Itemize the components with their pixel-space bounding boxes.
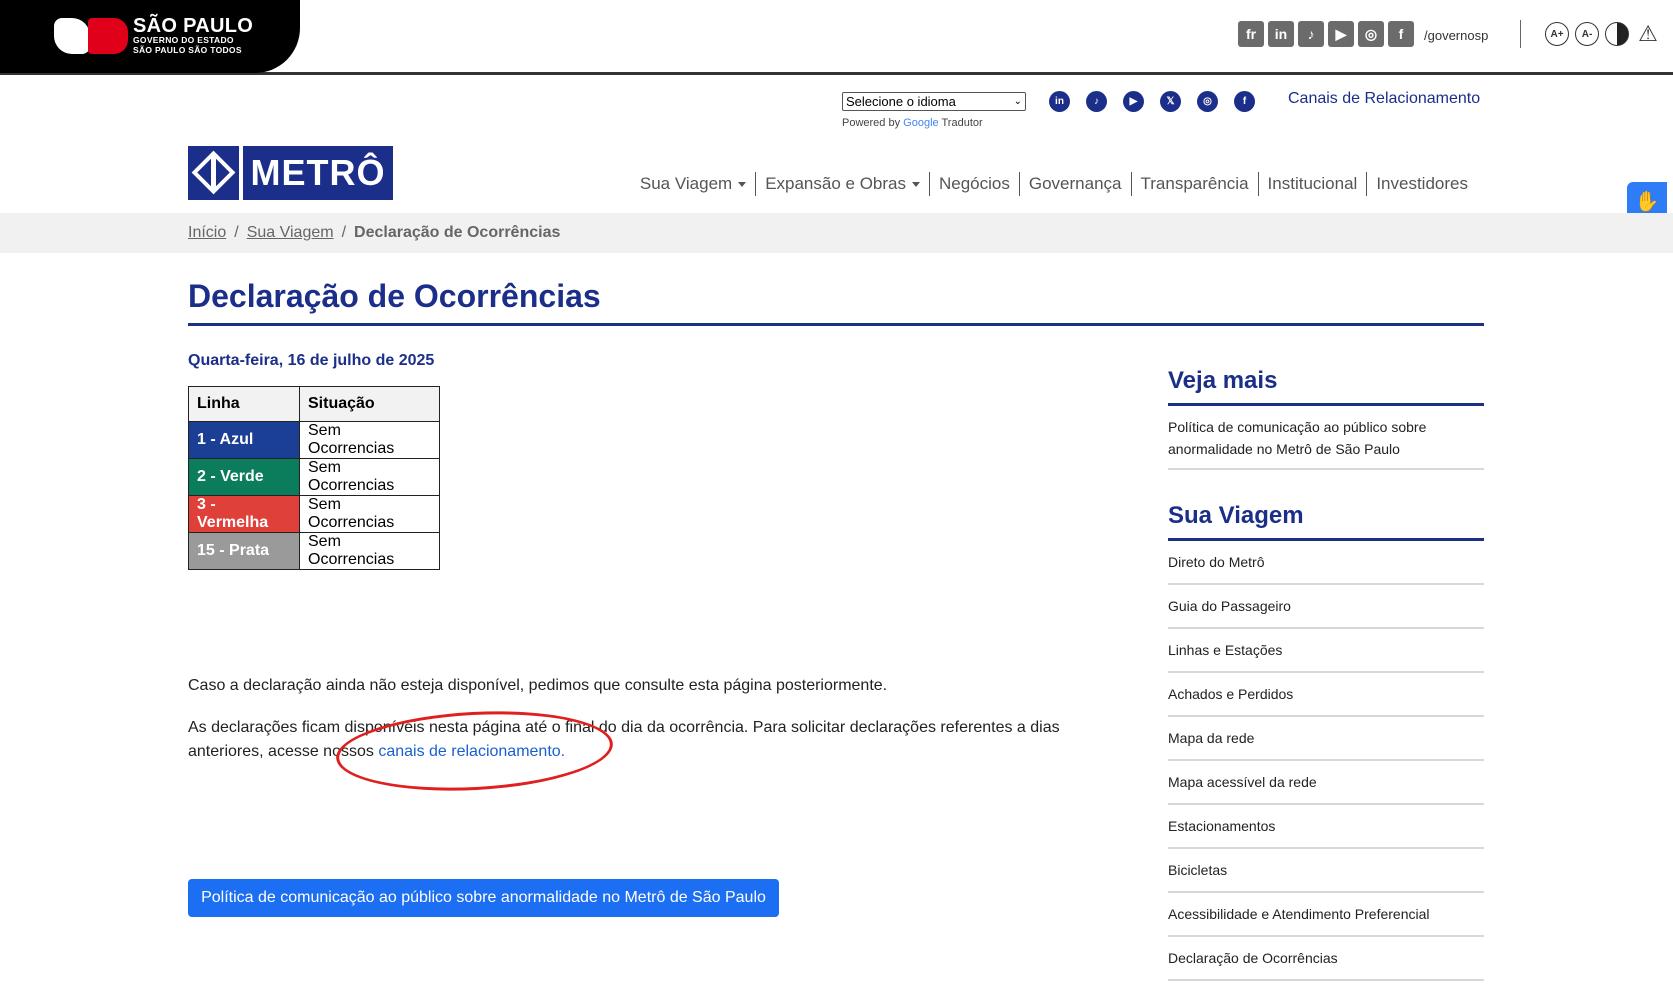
tiktok-icon[interactable]: ♪ <box>1298 21 1324 47</box>
sp-logo-mark-red <box>88 18 128 54</box>
instagram-icon[interactable]: ◎ <box>1197 91 1218 112</box>
linkedin-icon[interactable]: in <box>1268 21 1294 47</box>
nav-item-negocios[interactable]: Negócios <box>929 172 1019 196</box>
accessibility-tools: A+ A- ⚠ <box>1545 21 1661 46</box>
powered-prefix: Powered by <box>842 117 901 129</box>
nav-item-transparencia[interactable]: Transparência <box>1130 172 1258 196</box>
title-underline <box>188 323 1484 326</box>
status-cell: Sem Ocorrencias <box>299 495 440 533</box>
nav-item-sua-viagem[interactable]: Sua Viagem <box>631 172 755 196</box>
gov-logo-subtitle: GOVERNO DO ESTADO <box>133 35 234 45</box>
warning-icon[interactable]: ⚠ <box>1635 21 1661 46</box>
line-cell: 3 - Vermelha <box>188 495 300 533</box>
line-cell: 1 - Azul <box>188 421 300 459</box>
page-title: Declaração de Ocorrências <box>188 278 601 314</box>
breadcrumb-sua-viagem[interactable]: Sua Viagem <box>247 224 334 242</box>
gov-sp-logo[interactable]: SÃO PAULO GOVERNO DO ESTADO SÃO PAULO SÃ… <box>0 0 300 73</box>
linkedin-icon[interactable]: in <box>1049 91 1070 112</box>
x-icon[interactable]: 𝕏 <box>1160 91 1181 112</box>
nav-label: Sua Viagem <box>639 174 733 193</box>
breadcrumb-separator: / <box>341 224 347 241</box>
caret-down-icon <box>738 181 747 187</box>
facebook-icon[interactable]: f <box>1388 21 1414 47</box>
gov-social-links: fr in ♪ ▶ ◎ f <box>1238 21 1414 47</box>
policy-button[interactable]: Política de comunicação ao público sobre… <box>188 879 779 917</box>
line-status-table: Linha Situação 1 - Azul Sem Ocorrencias … <box>188 386 440 570</box>
canais-relacionamento-link[interactable]: Canais de Relacionamento <box>1288 90 1480 108</box>
sidebar-item-acessibilidade[interactable]: Acessibilidade e Atendimento Preferencia… <box>1168 893 1484 937</box>
breadcrumb-current: Declaração de Ocorrências <box>354 224 561 241</box>
sidebar-heading: Veja mais <box>1168 367 1484 406</box>
retention-note: As declarações ficam disponíveis nesta p… <box>188 716 1078 764</box>
google-translate-credit: Powered by Google Tradutor <box>842 117 983 129</box>
sidebar-heading: Sua Viagem <box>1168 502 1484 541</box>
metro-logo-text: METRÔ <box>243 146 393 200</box>
youtube-icon[interactable]: ▶ <box>1123 91 1144 112</box>
breadcrumb-separator: / <box>234 224 239 241</box>
main-nav: Sua Viagem Expansão e Obras Negócios Gov… <box>631 172 1477 196</box>
sidebar-link-politica[interactable]: Política de comunicação ao público sobre… <box>1168 406 1484 470</box>
font-decrease-icon[interactable]: A- <box>1575 22 1599 46</box>
flickr-icon[interactable]: fr <box>1238 21 1264 47</box>
nav-item-expansao-obras[interactable]: Expansão e Obras <box>755 172 929 196</box>
metro-logo-bar <box>211 154 216 192</box>
google-brand: Google <box>903 117 939 129</box>
nav-item-governanca[interactable]: Governança <box>1018 172 1131 196</box>
header-situacao: Situação <box>299 386 440 422</box>
breadcrumb: Início / Sua Viagem / Declaração de Ocor… <box>188 224 560 242</box>
breadcrumb-home[interactable]: Início <box>188 224 226 242</box>
sidebar-item-mapa-acessivel[interactable]: Mapa acessível da rede <box>1168 761 1484 805</box>
table-row: 15 - Prata Sem Ocorrencias <box>188 532 440 570</box>
report-date: Quarta-feira, 16 de julho de 2025 <box>188 352 435 369</box>
table-header-row: Linha Situação <box>188 386 440 422</box>
nav-label: Expansão e Obras <box>765 174 906 193</box>
instagram-icon[interactable]: ◎ <box>1358 21 1384 47</box>
nav-item-institucional[interactable]: Institucional <box>1257 172 1367 196</box>
header-linha: Linha <box>188 386 300 422</box>
sidebar-item-declaracao[interactable]: Declaração de Ocorrências <box>1168 937 1484 981</box>
sidebar-veja-mais: Veja mais Política de comunicação ao púb… <box>1168 367 1484 470</box>
language-select-value: Selecione o idioma <box>846 94 956 109</box>
status-cell: Sem Ocorrencias <box>299 421 440 459</box>
language-select[interactable]: Selecione o idioma ⌄ <box>842 92 1026 111</box>
sidebar-item-estacionamentos[interactable]: Estacionamentos <box>1168 805 1484 849</box>
status-cell: Sem Ocorrencias <box>299 532 440 570</box>
tiktok-icon[interactable]: ♪ <box>1086 91 1107 112</box>
metro-logo[interactable]: METRÔ <box>188 146 393 200</box>
sidebar-sua-viagem: Sua Viagem Direto do Metrô Guia do Passa… <box>1168 502 1484 981</box>
gov-handle[interactable]: /governosp <box>1424 28 1488 43</box>
metro-logo-icon <box>188 146 239 200</box>
sidebar-item-achados-e-perdidos[interactable]: Achados e Perdidos <box>1168 673 1484 717</box>
sidebar-item-linhas-e-estacoes[interactable]: Linhas e Estações <box>1168 629 1484 673</box>
table-row: 1 - Azul Sem Ocorrencias <box>188 421 440 459</box>
line-cell: 2 - Verde <box>188 458 300 496</box>
status-cell: Sem Ocorrencias <box>299 458 440 496</box>
sp-logo-mark <box>54 18 90 54</box>
sidebar-item-direto-do-metro[interactable]: Direto do Metrô <box>1168 541 1484 585</box>
sidebar-item-mapa-da-rede[interactable]: Mapa da rede <box>1168 717 1484 761</box>
caret-down-icon <box>912 181 920 187</box>
font-increase-icon[interactable]: A+ <box>1545 22 1569 46</box>
youtube-icon[interactable]: ▶ <box>1328 21 1354 47</box>
availability-note: Caso a declaração ainda não esteja dispo… <box>188 677 888 694</box>
retention-note-text: As declarações ficam disponíveis nesta p… <box>188 719 1060 760</box>
canais-inline-link[interactable]: canais de relacionamento. <box>378 743 565 760</box>
gov-header: SÃO PAULO GOVERNO DO ESTADO SÃO PAULO SÃ… <box>0 0 1673 75</box>
sidebar-item-bicicletas[interactable]: Bicicletas <box>1168 849 1484 893</box>
powered-suffix: Tradutor <box>941 117 983 129</box>
table-row: 3 - Vermelha Sem Ocorrencias <box>188 495 440 533</box>
line-cell: 15 - Prata <box>188 532 300 570</box>
contrast-icon[interactable] <box>1605 22 1629 46</box>
chevron-down-icon: ⌄ <box>1013 96 1022 107</box>
facebook-icon[interactable]: f <box>1234 91 1255 112</box>
gov-logo-tagline: SÃO PAULO SÃO TODOS <box>133 45 242 55</box>
divider <box>1520 20 1521 48</box>
nav-item-investidores[interactable]: Investidores <box>1366 172 1477 196</box>
metro-social-links: in ♪ ▶ 𝕏 ◎ f <box>1049 91 1255 112</box>
table-row: 2 - Verde Sem Ocorrencias <box>188 458 440 496</box>
sidebar-item-guia-do-passageiro[interactable]: Guia do Passageiro <box>1168 585 1484 629</box>
